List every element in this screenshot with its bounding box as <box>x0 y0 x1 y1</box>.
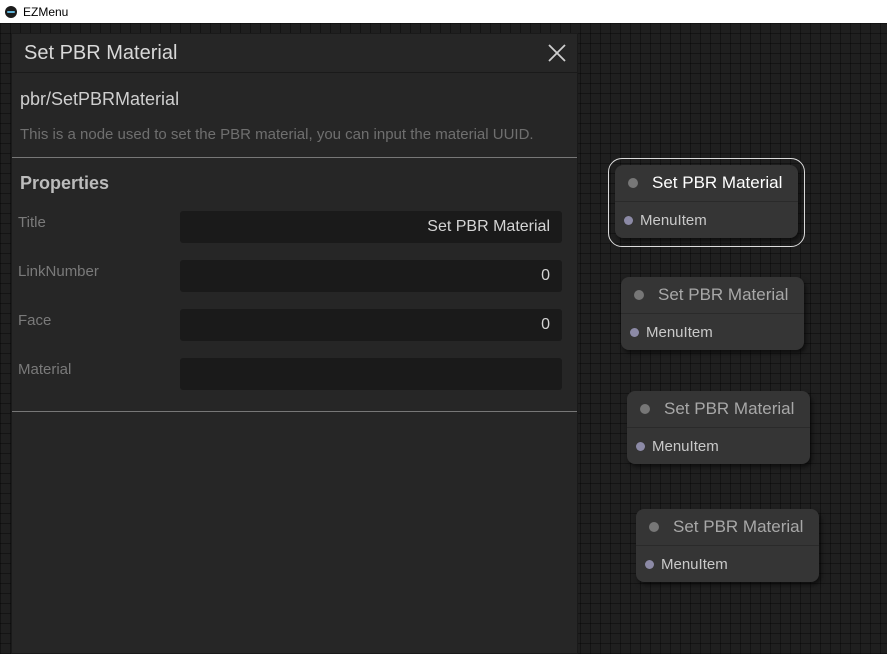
panel-header: Set PBR Material <box>12 34 577 73</box>
property-label-face: Face <box>18 312 52 329</box>
section-divider <box>12 157 577 158</box>
node-header[interactable]: Set PBR Material <box>621 277 804 314</box>
node-title: Set PBR Material <box>658 285 789 304</box>
property-label-linknumber: LinkNumber <box>18 263 99 280</box>
output-slot[interactable] <box>645 559 654 569</box>
section-divider <box>12 411 577 412</box>
node-output-row: MenuItem <box>627 428 810 464</box>
node-collapse-dot[interactable] <box>634 290 644 300</box>
output-slot[interactable] <box>624 215 633 225</box>
output-slot-label: MenuItem <box>652 437 719 455</box>
properties-heading: Properties <box>20 173 110 193</box>
property-label-material: Material <box>18 361 72 378</box>
graph-node[interactable]: Set PBR Material MenuItem <box>636 509 819 582</box>
graph-node[interactable]: Set PBR Material MenuItem <box>615 165 798 238</box>
node-header[interactable]: Set PBR Material <box>636 509 819 546</box>
graph-node[interactable]: Set PBR Material MenuItem <box>621 277 804 350</box>
output-slot-label: MenuItem <box>646 323 713 341</box>
node-collapse-dot[interactable] <box>640 404 650 414</box>
property-field-material[interactable] <box>180 358 562 390</box>
output-slot[interactable] <box>630 327 639 337</box>
node-title: Set PBR Material <box>673 517 804 536</box>
properties-panel: Set PBR Material pbr/SetPBRMaterial This… <box>11 33 578 654</box>
node-description: This is a node used to set the PBR mater… <box>20 126 534 143</box>
graph-node[interactable]: Set PBR Material MenuItem <box>627 391 810 464</box>
node-collapse-dot[interactable] <box>628 178 638 188</box>
node-output-row: MenuItem <box>636 546 819 582</box>
node-output-row: MenuItem <box>615 202 798 238</box>
node-header[interactable]: Set PBR Material <box>615 165 798 202</box>
app-icon <box>5 5 17 18</box>
property-label-title: Title <box>18 214 46 231</box>
node-title: Set PBR Material <box>664 399 795 418</box>
panel-title: Set PBR Material <box>24 42 178 64</box>
property-field-title[interactable]: Set PBR Material <box>180 211 562 243</box>
node-type-path: pbr/SetPBRMaterial <box>20 89 180 109</box>
property-field-face[interactable]: 0 <box>180 309 562 341</box>
node-header[interactable]: Set PBR Material <box>627 391 810 428</box>
window-title: EZMenu <box>23 4 69 19</box>
node-title: Set PBR Material <box>652 173 783 192</box>
close-button[interactable] <box>545 41 569 65</box>
output-slot[interactable] <box>636 441 645 451</box>
close-icon <box>548 44 566 62</box>
output-slot-label: MenuItem <box>661 555 728 573</box>
window-titlebar: EZMenu <box>0 0 887 23</box>
node-collapse-dot[interactable] <box>649 522 659 532</box>
output-slot-label: MenuItem <box>640 211 707 229</box>
property-field-linknumber[interactable]: 0 <box>180 260 562 292</box>
node-output-row: MenuItem <box>621 314 804 350</box>
